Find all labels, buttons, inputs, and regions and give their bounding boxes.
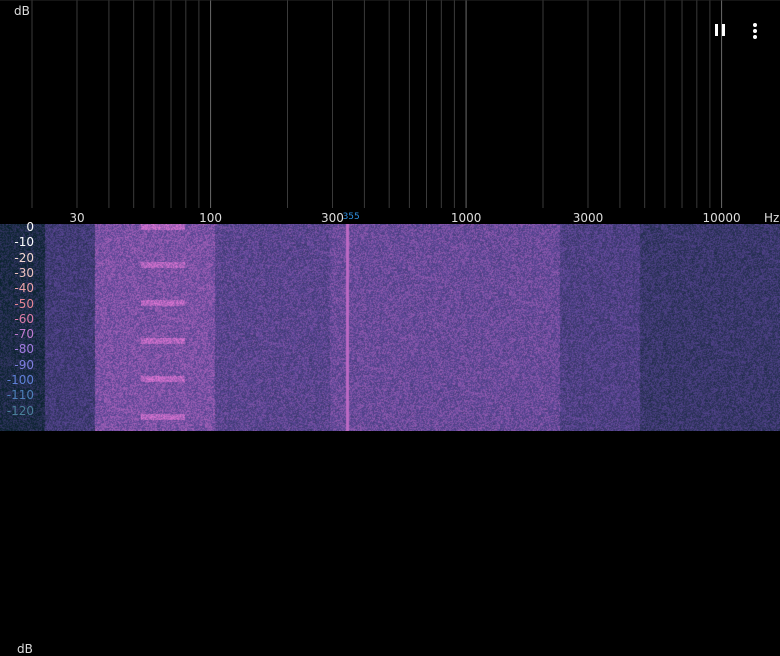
spectrogram-canvas <box>0 224 780 431</box>
spectrogram-scale-label: -10 <box>14 235 34 250</box>
spectrogram-scale-label: -30 <box>14 265 34 280</box>
spectrogram-scale-label: -90 <box>14 357 34 372</box>
spectrogram-scale-label: -50 <box>14 296 34 311</box>
x-tick-label: 10000 <box>702 211 740 224</box>
pause-icon <box>708 18 734 44</box>
spectrogram-scale-label: -110 <box>6 388 34 403</box>
spectrogram-scale-label: -70 <box>14 327 34 342</box>
spectrogram[interactable]: 0 -10 -20 -30 -40 -50 -60 -70 -80 -90 -100 -110 -120… <box>0 220 780 656</box>
more-vert-icon <box>742 18 768 44</box>
x-tick-label: 1000 <box>451 211 482 224</box>
x-tick-label: 300 <box>321 211 344 224</box>
spectrum-background <box>0 0 780 224</box>
x-tick-label: 3000 <box>573 211 604 224</box>
pause-button[interactable] <box>708 18 734 44</box>
spectrogram-scale-label: -80 <box>14 342 34 357</box>
x-tick-label: 30 <box>69 211 84 224</box>
x-tick-label: 100 <box>199 211 222 224</box>
spectrum-analyzer-app: dB-25-50-75-100-125301003001000300010000… <box>0 0 780 656</box>
x-axis-unit: Hz <box>764 211 779 224</box>
spectrogram-scale-unit: dB <box>17 642 33 656</box>
spectrogram-scale-label: -20 <box>14 250 34 265</box>
spectrogram-scale-label: -100 <box>6 373 34 387</box>
spectrogram-scale-label: -40 <box>14 281 34 296</box>
spectrum-plot[interactable]: dB-25-50-75-100-125301003001000300010000… <box>0 0 780 224</box>
spectrogram-scale-label: -60 <box>14 311 34 326</box>
peak-marker-axis-label: 355 <box>343 212 360 222</box>
spectrogram-scale-label: 0 <box>26 220 34 234</box>
more-options-button[interactable] <box>742 18 768 44</box>
y-axis-unit: dB <box>14 4 30 18</box>
spectrogram-scale-label: -120 <box>6 403 34 418</box>
